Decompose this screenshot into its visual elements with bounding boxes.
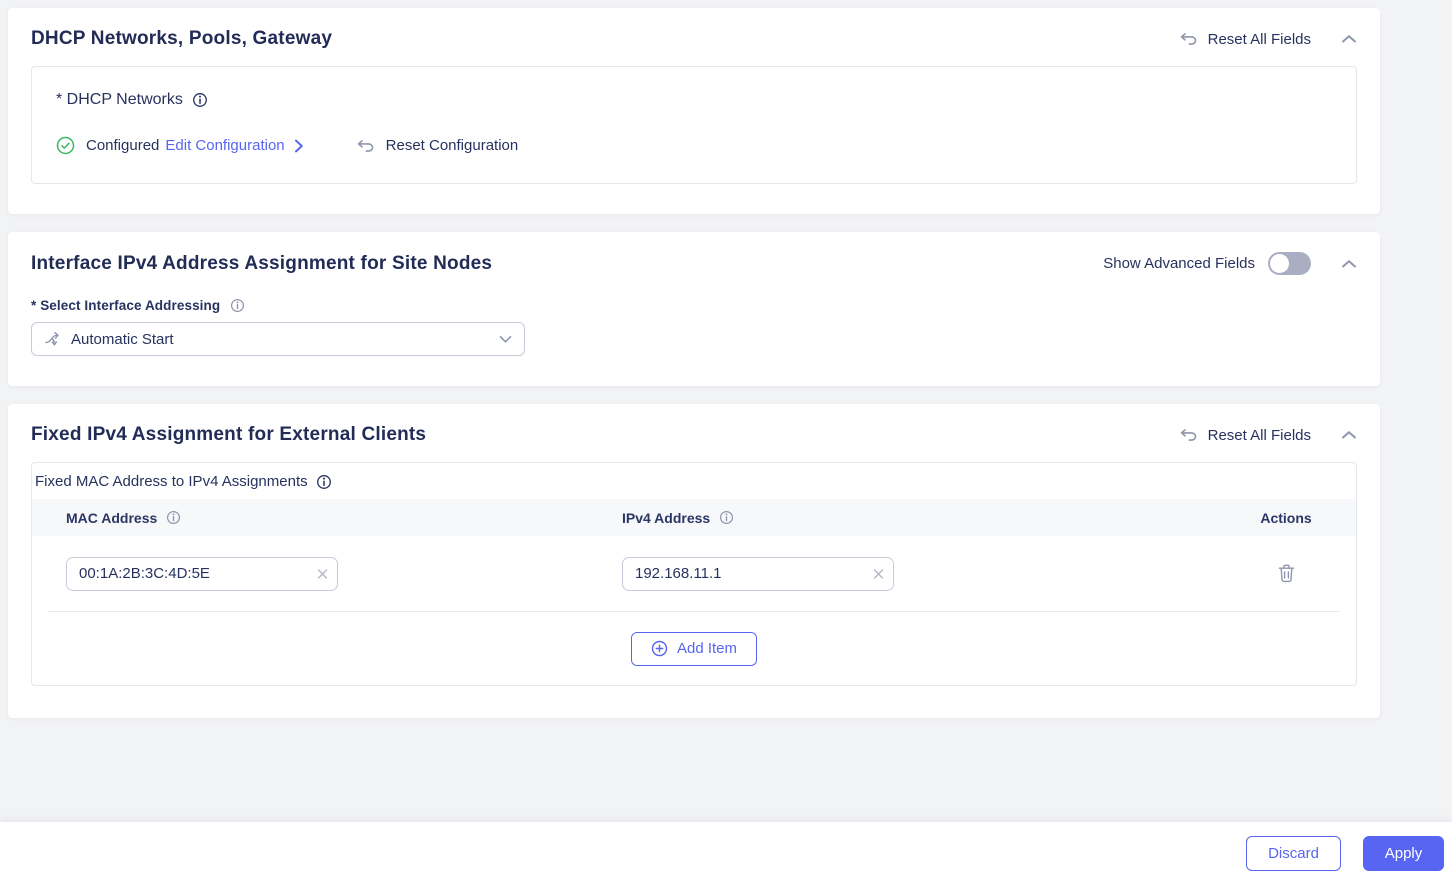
interface-card-header: Interface IPv4 Address Assignment for Si… <box>31 252 1357 275</box>
mac-address-cell <box>66 556 622 591</box>
dhcp-networks-card: DHCP Networks, Pools, Gateway Reset All … <box>8 8 1380 214</box>
footer-action-bar: Discard Apply <box>0 822 1452 885</box>
info-icon[interactable] <box>316 474 332 490</box>
collapse-chevron-up-icon[interactable] <box>1341 34 1357 44</box>
show-advanced-fields-toggle[interactable] <box>1268 252 1311 275</box>
ipv4-address-cell <box>622 556 1240 591</box>
reset-configuration-label: Reset Configuration <box>385 137 519 154</box>
add-item-button[interactable]: Add Item <box>630 631 758 666</box>
mac-address-input[interactable] <box>66 556 338 591</box>
mac-address-input-wrap <box>66 556 338 591</box>
reset-all-fields-label: Reset All Fields <box>1207 30 1311 48</box>
reset-all-fields-button[interactable]: Reset All Fields <box>1179 31 1311 48</box>
discard-button[interactable]: Discard <box>1246 836 1341 871</box>
table-header-row: MAC Address IPv4 Address Actions <box>32 499 1356 536</box>
fixed-assignments-panel: Fixed MAC Address to IPv4 Assignments MA… <box>31 462 1357 686</box>
chevron-down-icon <box>499 335 512 344</box>
collapse-chevron-up-icon[interactable] <box>1341 259 1357 269</box>
reset-all-fields-button[interactable]: Reset All Fields <box>1179 427 1311 444</box>
reset-all-fields-label: Reset All Fields <box>1207 426 1311 444</box>
add-item-label: Add Item <box>676 640 738 657</box>
actions-header-text: Actions <box>1260 509 1312 526</box>
dhcp-networks-panel: * DHCP Networks Configured Edit Configur… <box>31 66 1357 184</box>
dhcp-header-actions: Reset All Fields <box>1179 31 1357 48</box>
info-icon[interactable] <box>230 298 245 313</box>
dhcp-networks-field-text: * DHCP Networks <box>56 91 183 108</box>
ipv4-header-text: IPv4 Address <box>622 509 711 526</box>
addressing-label-text: * Select Interface Addressing <box>31 298 221 313</box>
fixed-header-actions: Reset All Fields <box>1179 427 1357 444</box>
ipv4-address-input[interactable] <box>622 556 894 591</box>
branch-arrows-icon <box>44 331 61 348</box>
fixed-card-header: Fixed IPv4 Assignment for External Clien… <box>31 424 1357 446</box>
dhcp-status-row: Configured Edit Configuration Reset Conf… <box>56 136 1332 155</box>
dhcp-networks-field-label: * DHCP Networks <box>56 91 1332 109</box>
fixed-card-title: Fixed IPv4 Assignment for External Clien… <box>31 424 427 445</box>
circle-plus-icon <box>651 640 668 657</box>
add-item-row: Add Item <box>32 612 1356 685</box>
interface-addressing-select[interactable]: Automatic Start <box>31 322 525 356</box>
fixed-assignments-table-label: Fixed MAC Address to IPv4 Assignments <box>32 463 1356 499</box>
reset-configuration-button[interactable]: Reset Configuration <box>356 137 519 154</box>
actions-column-header: Actions <box>1240 510 1332 526</box>
chevron-right-icon[interactable] <box>294 139 304 153</box>
edit-configuration-link[interactable]: Edit Configuration <box>165 137 284 154</box>
collapse-chevron-up-icon[interactable] <box>1341 430 1357 440</box>
info-icon[interactable] <box>166 510 181 525</box>
table-row <box>32 536 1356 611</box>
configured-check-icon <box>56 136 75 155</box>
configured-status-label: Configured <box>86 137 160 154</box>
mac-header-text: MAC Address <box>66 509 158 526</box>
advanced-fields-toggle-group: Show Advanced Fields <box>1103 252 1311 275</box>
interface-card-title: Interface IPv4 Address Assignment for Si… <box>31 252 493 274</box>
interface-header-actions: Show Advanced Fields <box>1103 252 1357 275</box>
delete-row-trash-icon[interactable] <box>1278 564 1295 583</box>
row-actions-cell <box>1240 564 1332 583</box>
dhcp-card-header: DHCP Networks, Pools, Gateway Reset All … <box>31 28 1357 50</box>
toggle-knob <box>1270 254 1289 273</box>
reset-icon <box>356 139 375 153</box>
select-interface-addressing-label: * Select Interface Addressing <box>31 298 1357 313</box>
interface-addressing-value: Automatic Start <box>71 330 174 348</box>
info-icon[interactable] <box>192 92 208 108</box>
reset-icon <box>1179 428 1198 442</box>
ipv4-address-input-wrap <box>622 556 894 591</box>
info-icon[interactable] <box>719 510 734 525</box>
reset-icon <box>1179 32 1198 46</box>
clear-icon[interactable] <box>873 568 884 579</box>
clear-icon[interactable] <box>317 568 328 579</box>
mac-address-column-header: MAC Address <box>66 510 622 526</box>
interface-ipv4-card: Interface IPv4 Address Assignment for Si… <box>8 232 1380 386</box>
dhcp-settings-page: DHCP Networks, Pools, Gateway Reset All … <box>0 0 1452 885</box>
show-advanced-fields-label: Show Advanced Fields <box>1103 255 1255 272</box>
fixed-ipv4-card: Fixed IPv4 Assignment for External Clien… <box>8 404 1380 718</box>
dhcp-card-title: DHCP Networks, Pools, Gateway <box>31 28 333 49</box>
apply-button[interactable]: Apply <box>1363 836 1444 871</box>
table-label-text: Fixed MAC Address to IPv4 Assignments <box>35 473 308 490</box>
ipv4-address-column-header: IPv4 Address <box>622 510 1240 526</box>
